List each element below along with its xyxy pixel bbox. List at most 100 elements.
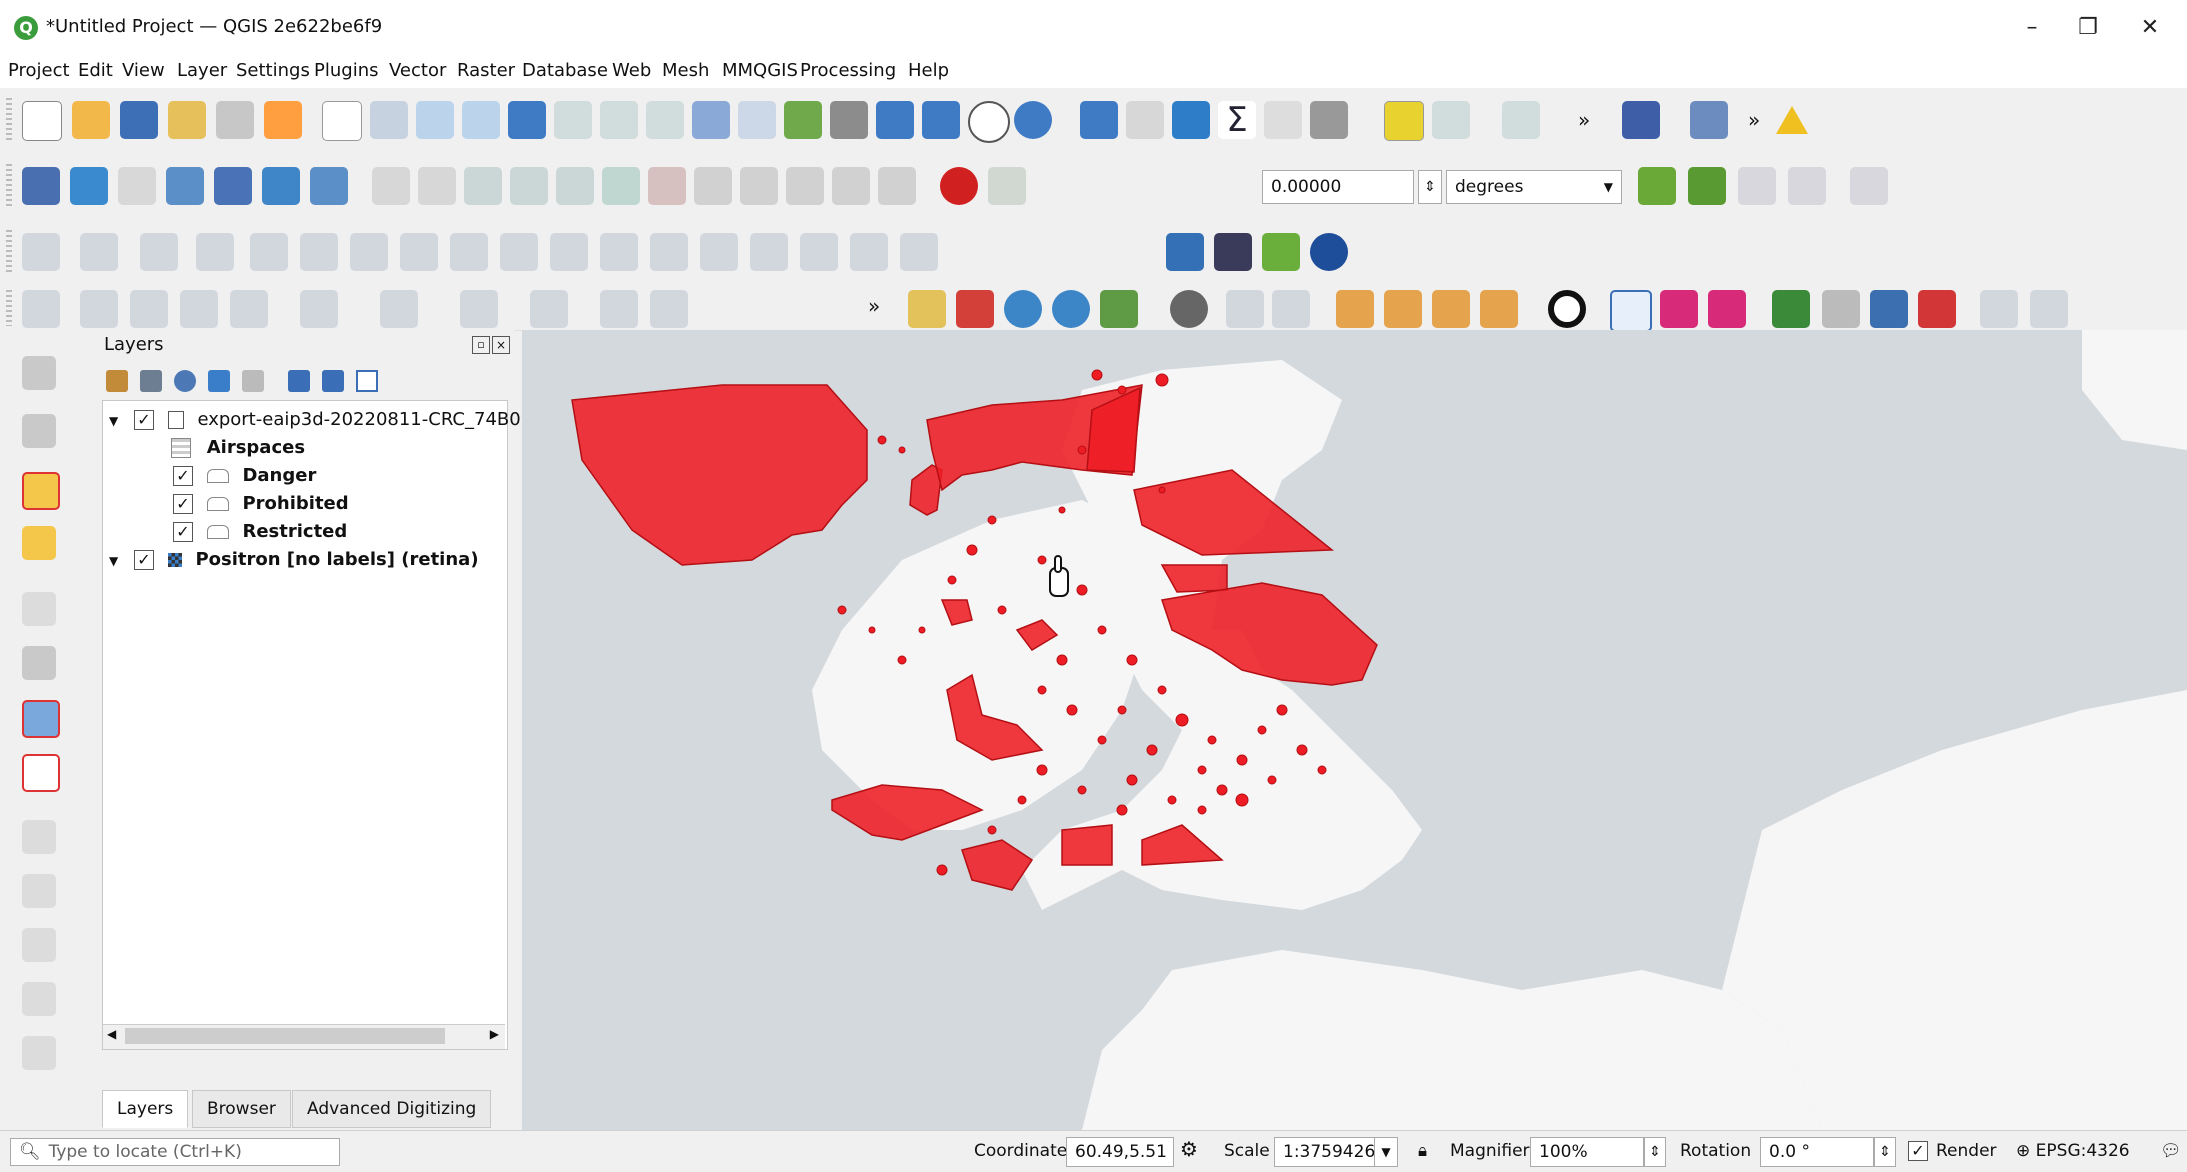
snapping-options-icon[interactable] [988, 167, 1026, 205]
merge-features-icon[interactable] [750, 233, 788, 271]
delete-ring-icon[interactable] [450, 233, 488, 271]
refresh-icon[interactable] [1014, 101, 1052, 139]
intersection-tool-icon[interactable] [1708, 290, 1746, 328]
pan-map-icon[interactable] [322, 101, 362, 141]
add-feature-icon[interactable] [510, 167, 548, 205]
tolerance-spinner[interactable]: ⇕ [1418, 170, 1442, 204]
split-features-icon[interactable] [650, 233, 688, 271]
menu-edit[interactable]: Edit [78, 60, 113, 81]
menu-web[interactable]: Web [612, 60, 651, 81]
delete-part-icon[interactable] [500, 233, 538, 271]
add-ring-icon[interactable] [300, 233, 338, 271]
rotation-field[interactable]: 0.0 ° [1760, 1137, 1874, 1167]
label-abc-icon[interactable] [22, 754, 60, 792]
label-properties-icon[interactable] [22, 982, 56, 1016]
python-console-icon[interactable] [1166, 233, 1204, 271]
legend-checkbox[interactable]: ✓ [173, 494, 193, 514]
toolbar-overflow-button[interactable]: » [1578, 108, 1590, 132]
redo-icon[interactable] [878, 167, 916, 205]
move-feature-icon[interactable] [140, 233, 178, 271]
magnifier-field[interactable]: 100% [1530, 1137, 1644, 1167]
coordinate-field[interactable]: 60.49,5.51 [1066, 1137, 1174, 1167]
processing-model-icon[interactable] [1336, 290, 1374, 328]
zoom-in-icon[interactable] [416, 101, 454, 139]
layer-tree-row-group[interactable]: ▼ ✓ export-eaip3d-20220811-CRC_74B09 [109, 409, 532, 435]
xy-tool-icon[interactable] [1610, 290, 1652, 332]
identify-layer-icon[interactable] [22, 526, 56, 560]
tab-advanced-digitizing[interactable]: Advanced Digitizing [292, 1090, 492, 1128]
statistics-icon[interactable] [1172, 101, 1210, 139]
open-project-icon[interactable] [72, 101, 110, 139]
label-toggle-icon[interactable] [22, 1036, 56, 1070]
vertex-tool-icon[interactable] [556, 167, 594, 205]
zoom-full-icon[interactable] [508, 101, 546, 139]
close-panel-icon[interactable]: × [492, 336, 510, 354]
close-button[interactable]: ✕ [2128, 10, 2172, 46]
search-advanced-icon[interactable] [1052, 290, 1090, 328]
ellipse-digitize-icon[interactable] [180, 290, 218, 328]
menu-help[interactable]: Help [908, 60, 949, 81]
menu-mmqgis[interactable]: MMQGIS [722, 60, 798, 81]
scroll-left-icon[interactable]: ◀ [107, 1027, 116, 1041]
save-edits-icon[interactable] [464, 167, 502, 205]
gps-tool-icon[interactable] [650, 290, 688, 328]
cut-features-icon[interactable] [694, 167, 732, 205]
measure-line-icon[interactable] [1310, 101, 1348, 139]
toolbar-overflow-button-3[interactable]: » [868, 294, 880, 318]
float-panel-icon[interactable]: ▫ [472, 336, 490, 354]
reshape-icon[interactable] [550, 233, 588, 271]
zoom-layer-icon[interactable] [600, 101, 638, 139]
add-part-icon[interactable] [350, 233, 388, 271]
layout-manager-icon[interactable] [216, 101, 254, 139]
collapse-arrow-icon[interactable]: ▼ [109, 554, 118, 568]
topology-icon[interactable] [1850, 167, 1888, 205]
menu-mesh[interactable]: Mesh [662, 60, 709, 81]
zoom-last-icon[interactable] [692, 101, 730, 139]
menu-vector[interactable]: Vector [389, 60, 446, 81]
tolerance-value-field[interactable]: 0.00000 [1262, 170, 1414, 204]
new-project-icon[interactable] [22, 101, 62, 141]
tool-settings-icon[interactable] [1272, 290, 1310, 328]
simplify-feature-icon[interactable] [250, 233, 288, 271]
label-pin-icon[interactable] [22, 646, 56, 680]
data-source-manager-icon[interactable] [22, 167, 60, 205]
toggle-extents-icon[interactable]: ⚙ [1180, 1137, 1198, 1161]
tab-layers[interactable]: Layers [102, 1090, 189, 1128]
messages-icon[interactable]: 💬︎ [2160, 1141, 2182, 1161]
new-map-view-icon[interactable] [784, 101, 822, 139]
rotate-feature-icon[interactable] [196, 233, 234, 271]
rotate-symbols-icon[interactable] [850, 233, 888, 271]
modify-attributes-icon[interactable] [602, 167, 640, 205]
layer-tree-row-airspaces[interactable]: Airspaces [171, 437, 305, 463]
merge-attributes-icon[interactable] [800, 233, 838, 271]
label-highlight-icon[interactable] [22, 700, 60, 738]
render-checkbox[interactable]: ✓ [1908, 1141, 1928, 1161]
offset-symbols-icon[interactable] [900, 233, 938, 271]
processing-options-icon[interactable] [1480, 290, 1518, 328]
shape-digitize-icon[interactable] [80, 290, 118, 328]
processing-toolbox-icon[interactable] [1100, 290, 1138, 328]
save-project-icon[interactable] [120, 101, 158, 139]
style-manager-icon[interactable] [264, 101, 302, 139]
intersection-snap-icon[interactable] [1738, 167, 1776, 205]
map-tips-icon[interactable] [1384, 101, 1424, 141]
edit-icon[interactable] [372, 167, 410, 205]
openlayers-icon[interactable] [1214, 233, 1252, 271]
legend-item-restricted[interactable]: ✓ Restricted [173, 521, 347, 547]
locator-search-input[interactable]: 🔍︎ Type to locate (Ctrl+K) [10, 1138, 340, 1166]
remove-layer-icon[interactable] [356, 370, 378, 392]
trace-icon[interactable] [1638, 167, 1676, 205]
paste-features-icon[interactable] [786, 167, 824, 205]
toolbar-grip[interactable] [6, 98, 12, 142]
zoom-selection-icon[interactable] [554, 101, 592, 139]
delete-selected-icon[interactable] [648, 167, 686, 205]
tab-browser[interactable]: Browser [192, 1090, 291, 1128]
ruler-icon[interactable] [1822, 290, 1860, 328]
chevron-down-icon[interactable]: ▼ [1374, 1137, 1398, 1167]
menu-layer[interactable]: Layer [177, 60, 227, 81]
undo-icon[interactable] [832, 167, 870, 205]
identify-features-icon[interactable] [1080, 101, 1118, 139]
mmqgis-icon[interactable] [1226, 290, 1264, 328]
select-icon[interactable] [1432, 101, 1470, 139]
restore-button[interactable]: ❐ [2066, 10, 2110, 46]
